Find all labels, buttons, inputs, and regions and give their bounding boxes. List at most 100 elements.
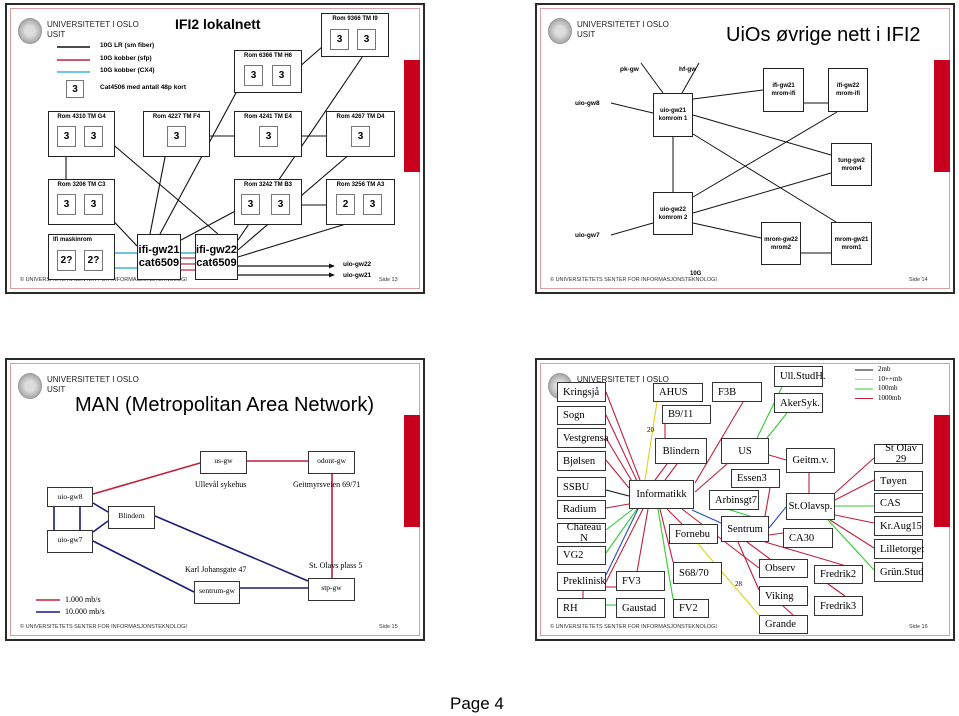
uplink-label: uio-gw21 bbox=[343, 272, 372, 279]
room-name: Rom 4227 TM F4 bbox=[152, 114, 201, 120]
university-seal-icon bbox=[18, 18, 42, 44]
network-link bbox=[640, 62, 664, 94]
site-box: Kr.Aug15 bbox=[874, 516, 923, 536]
router-box: ifi-gw21 mrom-ifi bbox=[763, 68, 804, 112]
site-box: St.Olavsp. bbox=[786, 493, 835, 520]
room-name: Rom 4310 TM G4 bbox=[57, 114, 106, 120]
site-box: Gaustad bbox=[616, 598, 665, 618]
site-link bbox=[694, 463, 728, 493]
gateway-box: ifi-gw21 cat6509 bbox=[137, 234, 181, 280]
room-name: Rom 6366 TM H6 bbox=[243, 53, 292, 59]
router-box: uio-gw7 bbox=[47, 530, 93, 553]
link-10000 bbox=[92, 520, 109, 533]
site-box: Geitm.v. bbox=[786, 448, 835, 473]
accent-bar bbox=[404, 60, 420, 172]
network-link bbox=[692, 111, 838, 198]
legend-label: 10++mb bbox=[878, 374, 902, 383]
accent-bar bbox=[404, 415, 420, 527]
site-link bbox=[666, 508, 683, 525]
legend-label: 1000mb bbox=[878, 393, 901, 402]
gateway-box: ifi-gw22 cat6509 bbox=[195, 234, 238, 280]
site-link bbox=[654, 463, 668, 481]
room-name: Ifi maskinrom bbox=[53, 237, 93, 243]
router-box: sentrum-gw bbox=[194, 581, 240, 604]
site-box: Observ bbox=[759, 559, 808, 578]
site-box: VG2 bbox=[557, 546, 606, 565]
external-router-label: hf-gw bbox=[679, 66, 697, 73]
site-box: Informatikk bbox=[629, 480, 694, 509]
link-capacity-label: 20 bbox=[647, 426, 654, 434]
site-link bbox=[605, 503, 630, 509]
router-box: ifi-gw22 mrom-ifi bbox=[828, 68, 868, 112]
switch-box: 3 bbox=[57, 126, 76, 147]
site-box: Sogn bbox=[557, 406, 606, 425]
site-link bbox=[764, 487, 771, 517]
site-box: Preklinisk bbox=[557, 572, 606, 591]
site-box: Fredrik2 bbox=[814, 565, 863, 584]
network-link bbox=[692, 222, 762, 239]
legend-label: 100mb bbox=[878, 384, 898, 392]
switch-box: 3 bbox=[330, 29, 349, 50]
router-box: uio-gw21 komrom 1 bbox=[653, 93, 693, 137]
switch-box: 3 bbox=[271, 194, 290, 215]
page-label: Page 4 bbox=[450, 694, 504, 713]
university-name: UNIVERSITETET I OSLO bbox=[47, 375, 139, 384]
legend-label: 2mb bbox=[878, 365, 891, 373]
link-annotation: 10G bbox=[690, 271, 702, 277]
site-link bbox=[664, 463, 678, 481]
site-link bbox=[834, 479, 875, 501]
legend-label: Cat4506 med antall 48p kort bbox=[100, 84, 186, 91]
switch-box: 3 bbox=[363, 194, 382, 215]
document-page: Page 4 UNIVERSITETET I OSLO USIT © UNIVERS… bbox=[0, 0, 959, 716]
legend-label: 10G LR (sm fiber) bbox=[100, 42, 155, 49]
site-box: CAS bbox=[874, 493, 923, 513]
site-link bbox=[827, 583, 846, 597]
switch-box: 2? bbox=[84, 250, 103, 271]
site-box: Bjølsen bbox=[557, 451, 606, 471]
slide-number: Side 14 bbox=[909, 277, 928, 283]
router-box: us-gw bbox=[200, 451, 247, 474]
switch-box: 3 bbox=[241, 194, 260, 215]
site-link bbox=[834, 514, 875, 524]
site-link bbox=[605, 508, 639, 576]
slide-number: Side 16 bbox=[909, 624, 928, 630]
site-box: Sentrum bbox=[721, 516, 769, 542]
switch-box: 3 bbox=[357, 29, 376, 50]
footer-copyright: © UNIVERSITETETS SENTER FOR INFORMASJONS… bbox=[20, 624, 187, 630]
switch-box: 3 bbox=[84, 126, 103, 147]
network-link bbox=[610, 222, 654, 236]
site-link bbox=[782, 605, 794, 616]
switch-box: 2? bbox=[57, 250, 76, 271]
arrowhead-icon bbox=[329, 263, 335, 269]
network-link bbox=[610, 102, 654, 114]
network-link bbox=[692, 114, 832, 156]
switch-box: 3 bbox=[57, 194, 76, 215]
legend-switch-symbol: 3 bbox=[66, 80, 84, 98]
room-name: Rom 3206 TM C3 bbox=[57, 182, 106, 188]
router-box: uio-gw8 bbox=[47, 487, 93, 507]
slide-title: MAN (Metropolitan Area Network) bbox=[75, 394, 374, 416]
university-name: UNIVERSITETET I OSLO bbox=[577, 20, 669, 29]
switch-box: 3 bbox=[259, 126, 278, 147]
site-box: St Olav 29 bbox=[874, 443, 923, 465]
accent-bar bbox=[934, 60, 950, 172]
location-label: Geitmyrsveien 69/71 bbox=[293, 480, 361, 489]
slide-number: Side 13 bbox=[379, 277, 398, 283]
legend-label: 1.000 mb/s bbox=[65, 595, 101, 604]
site-box: Radium bbox=[557, 500, 606, 519]
external-router-label: uio-gw8 bbox=[575, 100, 600, 107]
site-box: Fornebu bbox=[669, 524, 718, 544]
university-seal-icon bbox=[18, 373, 42, 399]
router-box: Blindern bbox=[108, 506, 155, 529]
site-box: Kringsjå bbox=[557, 382, 606, 402]
site-box: F3B bbox=[712, 382, 762, 402]
site-box: SSBU bbox=[557, 477, 606, 497]
link-capacity-label: 28 bbox=[735, 580, 742, 588]
site-link bbox=[605, 459, 630, 489]
router-box: stp-gw bbox=[308, 578, 355, 601]
site-link bbox=[691, 509, 722, 524]
room-name: Rom 3256 TM A3 bbox=[336, 182, 385, 188]
site-box: Blindern bbox=[655, 438, 707, 464]
room-name: Rom 4267 TM D4 bbox=[336, 114, 385, 120]
site-link bbox=[834, 457, 875, 494]
